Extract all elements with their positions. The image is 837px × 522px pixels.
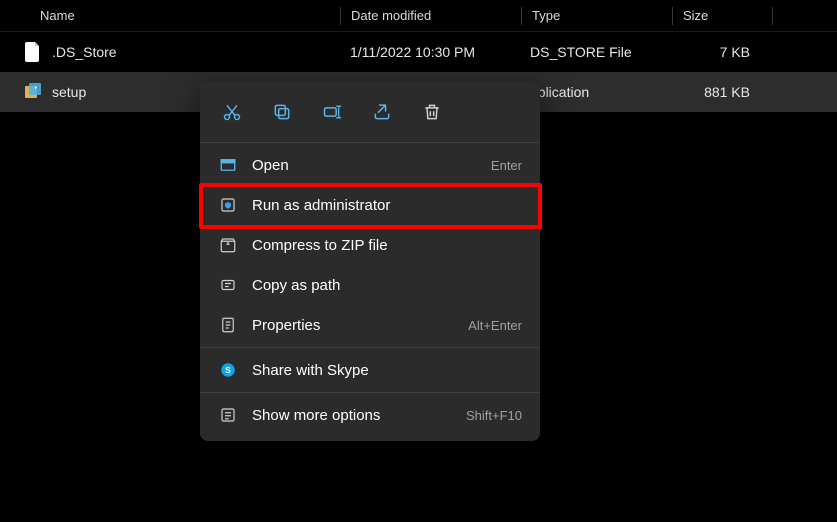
copy-icon[interactable] — [268, 98, 296, 126]
menu-label: Run as administrator — [252, 197, 522, 214]
menu-show-more-options[interactable]: Show more options Shift+F10 — [200, 395, 540, 435]
more-options-icon — [218, 405, 238, 425]
cut-icon[interactable] — [218, 98, 246, 126]
menu-label: Open — [252, 157, 477, 174]
copy-path-icon — [218, 275, 238, 295]
file-name: setup — [52, 84, 86, 100]
menu-shortcut: Shift+F10 — [466, 408, 522, 423]
menu-copy-as-path[interactable]: Copy as path — [200, 265, 540, 305]
menu-share-skype[interactable]: S Share with Skype — [200, 350, 540, 390]
delete-icon[interactable] — [418, 98, 446, 126]
menu-label: Compress to ZIP file — [252, 237, 522, 254]
svg-text:S: S — [225, 366, 231, 375]
installer-icon — [24, 81, 42, 103]
properties-icon — [218, 315, 238, 335]
column-header-row: Name Date modified Type Size — [0, 0, 837, 32]
shield-icon — [218, 195, 238, 215]
menu-label: Share with Skype — [252, 362, 522, 379]
file-size: 881 KB — [670, 84, 770, 100]
menu-shortcut: Enter — [491, 158, 522, 173]
context-toolbar — [200, 88, 540, 140]
file-type: DS_STORE File — [520, 44, 670, 60]
file-row[interactable]: .DS_Store 1/11/2022 10:30 PM DS_STORE Fi… — [0, 32, 837, 72]
menu-properties[interactable]: Properties Alt+Enter — [200, 305, 540, 345]
skype-icon: S — [218, 360, 238, 380]
file-name: .DS_Store — [52, 44, 117, 60]
zip-icon — [218, 235, 238, 255]
column-header-size[interactable]: Size — [673, 8, 773, 23]
menu-open[interactable]: Open Enter — [200, 145, 540, 185]
column-header-name[interactable]: Name — [0, 8, 340, 23]
file-size: 7 KB — [670, 44, 770, 60]
menu-label: Properties — [252, 317, 454, 334]
menu-label: Show more options — [252, 407, 452, 424]
context-menu: Open Enter Run as administrator Compress… — [200, 82, 540, 441]
column-header-type[interactable]: Type — [522, 8, 672, 23]
open-icon — [218, 155, 238, 175]
share-icon[interactable] — [368, 98, 396, 126]
rename-icon[interactable] — [318, 98, 346, 126]
file-type: pplication — [520, 84, 670, 100]
column-header-date[interactable]: Date modified — [341, 8, 521, 23]
menu-label: Copy as path — [252, 277, 522, 294]
file-icon — [24, 41, 42, 63]
menu-shortcut: Alt+Enter — [468, 318, 522, 333]
file-date: 1/11/2022 10:30 PM — [340, 44, 520, 60]
menu-compress-zip[interactable]: Compress to ZIP file — [200, 225, 540, 265]
menu-run-as-administrator[interactable]: Run as administrator — [200, 185, 540, 225]
